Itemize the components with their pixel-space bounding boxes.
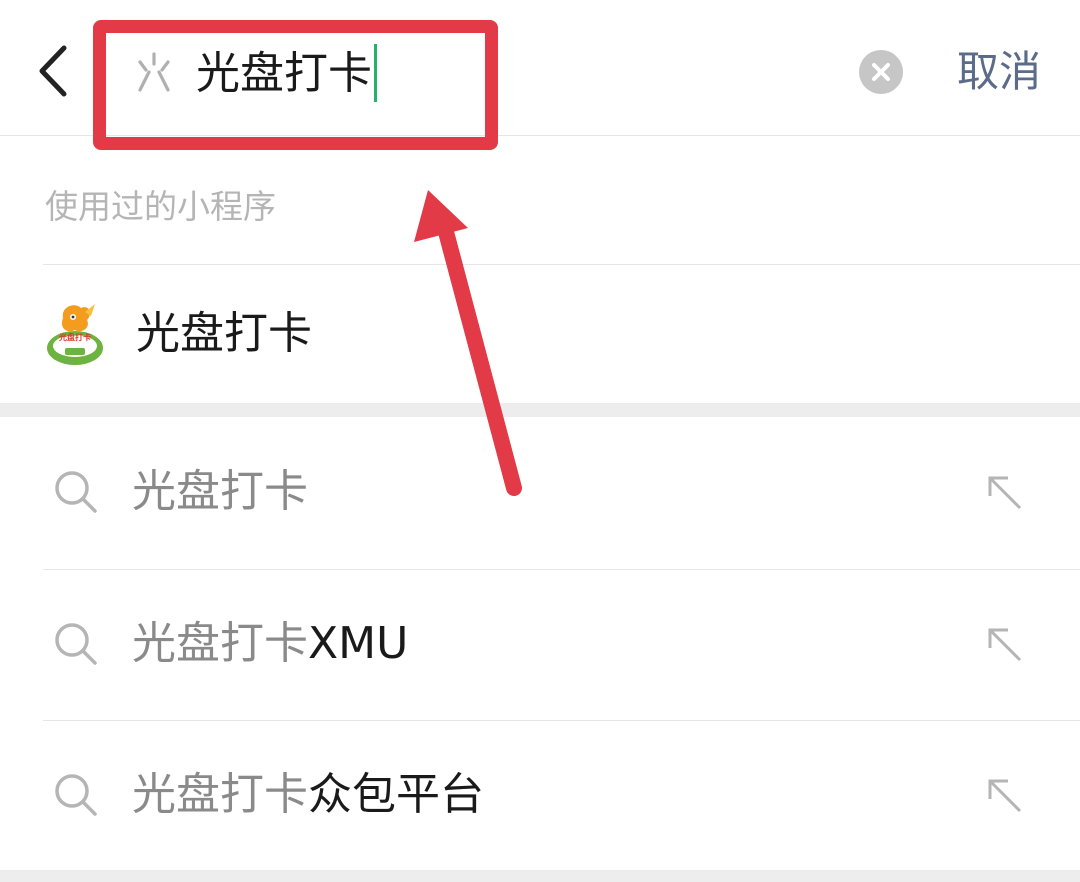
section-title: 使用过的小程序 [45,187,276,226]
suggestion-text: 光盘打卡 [132,466,308,517]
close-icon [872,63,890,81]
annotation-highlight-box [93,20,498,150]
suggestion-row[interactable]: 光盘打卡 [0,418,1080,568]
fill-query-arrow-icon[interactable] [984,624,1024,664]
list-item-mini-program[interactable]: 光盘打卡 光盘打卡 [0,266,1080,402]
suggestion-text: 光盘打卡XMU [132,618,409,669]
suggestion-text: 光盘打卡众包平台 [132,769,484,820]
cancel-button[interactable]: 取消 [957,42,1041,102]
suggestion-row[interactable]: 光盘打卡XMU [0,570,1080,720]
suggestion-row[interactable]: 光盘打卡众包平台 [0,721,1080,871]
search-icon [55,774,97,816]
svg-text:光盘打卡: 光盘打卡 [58,332,91,342]
fill-query-arrow-icon[interactable] [984,775,1024,815]
search-page: 光盘打卡 取消 使用过的小程序 光盘打卡 光盘打卡 光盘打卡 光盘打卡XMU 光… [0,0,1080,882]
search-icon [55,471,97,513]
back-button[interactable] [26,38,80,104]
app-logo: 光盘打卡 [45,298,105,368]
section-separator [0,870,1080,882]
search-icon [55,623,97,665]
fill-query-arrow-icon[interactable] [984,472,1024,512]
clear-button[interactable] [859,50,903,94]
chevron-left-icon [39,45,67,97]
divider [43,264,1080,265]
mini-program-name: 光盘打卡 [136,308,312,359]
section-separator [0,403,1080,417]
